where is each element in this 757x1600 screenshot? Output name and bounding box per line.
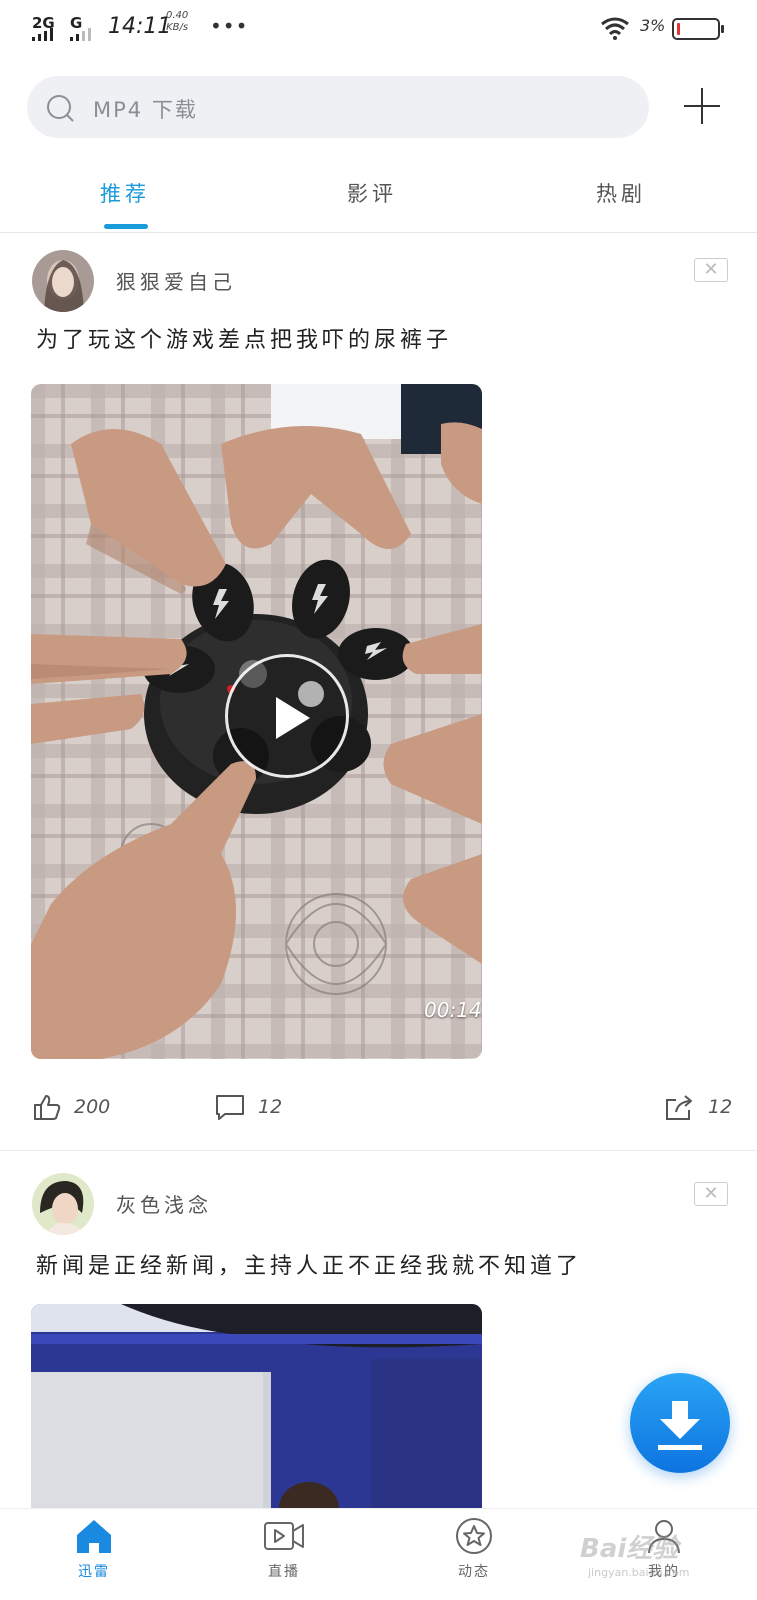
tab-recommend[interactable]: 推荐 (100, 178, 150, 208)
comment-button[interactable]: 12 (214, 1092, 282, 1122)
search-icon (47, 95, 74, 122)
nav-label: 直播 (268, 1564, 300, 1580)
post-title[interactable]: 为了玩这个游戏差点把我吓的尿裤子 (36, 322, 452, 354)
video-thumbnail[interactable] (31, 1304, 482, 1508)
like-count: 200 (74, 1096, 111, 1118)
more-notifications-icon: ••• (210, 14, 249, 38)
nav-label: 动态 (458, 1564, 490, 1580)
author-name[interactable]: 狠狠爱自己 (116, 266, 236, 295)
search-bar[interactable]: MP4 下载 (27, 76, 649, 138)
network-speed: 0.40 KB/s (166, 10, 188, 34)
signal-bars-1-icon (32, 28, 53, 41)
nav-item-live[interactable]: 直播 (234, 1517, 334, 1581)
tab-hot-drama[interactable]: 热剧 (596, 178, 646, 208)
watermark-url: jingyan.baidu.com (588, 1566, 690, 1579)
author-name[interactable]: 灰色浅念 (116, 1189, 212, 1218)
video-camera-icon (264, 1522, 304, 1550)
play-button[interactable] (225, 654, 349, 778)
comment-count: 12 (258, 1096, 283, 1118)
video-duration: 00:14 (424, 998, 482, 1022)
nav-label: 迅雷 (78, 1564, 110, 1580)
speed-value: 0.40 (166, 10, 189, 21)
nav-item-feed[interactable]: 动态 (424, 1517, 524, 1581)
share-icon (666, 1095, 692, 1120)
top-tabs: 推荐 影评 热剧 (0, 160, 757, 232)
share-count: 12 (708, 1096, 733, 1118)
comment-icon (216, 1095, 244, 1120)
thumbs-up-icon (34, 1095, 61, 1120)
divider (0, 1150, 757, 1151)
tab-indicator (104, 224, 148, 229)
battery-icon (672, 18, 724, 40)
home-icon (77, 1520, 111, 1553)
download-button[interactable] (630, 1373, 730, 1473)
battery-level (677, 23, 680, 35)
add-button[interactable] (680, 84, 724, 128)
close-icon[interactable]: ✕ (694, 1182, 728, 1206)
speed-unit: KB/s (166, 22, 189, 33)
battery-percent: 3% (640, 16, 666, 35)
search-input[interactable]: MP4 下载 (93, 94, 198, 124)
clock: 14:11 (108, 14, 172, 39)
share-button[interactable]: 12 (664, 1092, 732, 1122)
tab-reviews[interactable]: 影评 (347, 178, 397, 208)
status-bar: 2G G 14:11 0.40 KB/s ••• 3% (0, 0, 757, 58)
close-icon[interactable]: ✕ (694, 258, 728, 282)
download-icon (658, 1401, 702, 1450)
wifi-icon (601, 17, 629, 40)
video-frame (31, 1304, 482, 1508)
signal-bars-2-icon (70, 28, 91, 41)
avatar[interactable] (32, 1173, 94, 1235)
like-button[interactable]: 200 (32, 1092, 110, 1122)
nav-item-home[interactable]: 迅雷 (44, 1517, 144, 1581)
avatar[interactable] (32, 250, 94, 312)
post-title[interactable]: 新闻是正经新闻，主持人正不正经我就不知道了 (36, 1248, 582, 1280)
post-actions: 200 12 12 (0, 1080, 757, 1130)
star-icon (456, 1518, 492, 1554)
divider (0, 232, 757, 233)
video-thumbnail[interactable]: 00:14 (31, 384, 482, 1059)
watermark-logo: Bai经验 (580, 1534, 679, 1564)
